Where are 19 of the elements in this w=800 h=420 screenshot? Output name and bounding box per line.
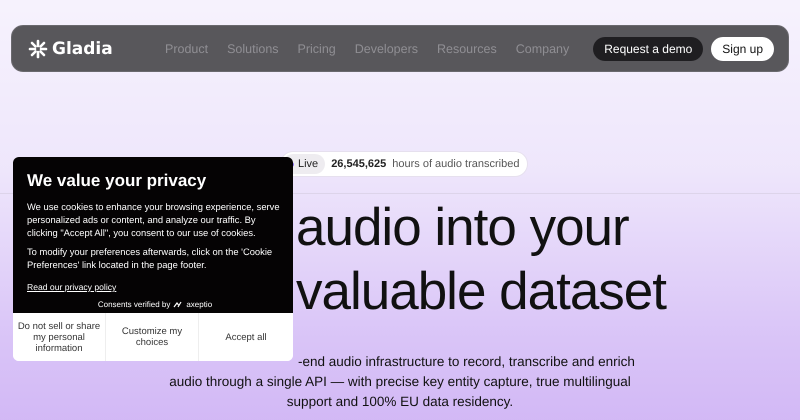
logo-icon (28, 38, 48, 58)
sign-up-button[interactable]: Sign up (711, 36, 774, 60)
consent-text: To modify your preferences afterwards, click on the 'Cookie Preferences' link located in the page footer. (27, 245, 274, 271)
hero-headline: valuable dataset (296, 261, 666, 323)
hero-description: support and 100% EU data residency. (286, 393, 514, 411)
dialog-title: We value your privacy (27, 171, 208, 191)
verified-text: Consents verified by (98, 300, 170, 309)
hero-description: -end audio infrastructure to record, transcribe and enrich (298, 353, 635, 371)
privacy-policy-link[interactable]: Read our privacy policy (27, 282, 116, 292)
consent-text: We use cookies to enhance your browsing experience, serve personalized ads or content, and analyze our traffic. By clicking "Accept All", you consent to our use of cookies. (27, 200, 281, 239)
counter-caption: hours of audio transcribed (392, 158, 520, 170)
do-not-sell-button[interactable]: Do not sell or share my personal information (13, 313, 106, 361)
hero-headline: audio into your (296, 197, 629, 259)
logo-text[interactable]: Gladia (52, 38, 113, 58)
transcribed-count: 26,545,625 (331, 158, 386, 170)
request-demo-button[interactable]: Request a demo (593, 36, 704, 60)
axeptio-logo-icon (173, 301, 184, 308)
hero-description: audio through a single API — with precise key entity capture, true multilingual (169, 373, 631, 391)
brand-name: axeptio (186, 300, 212, 309)
